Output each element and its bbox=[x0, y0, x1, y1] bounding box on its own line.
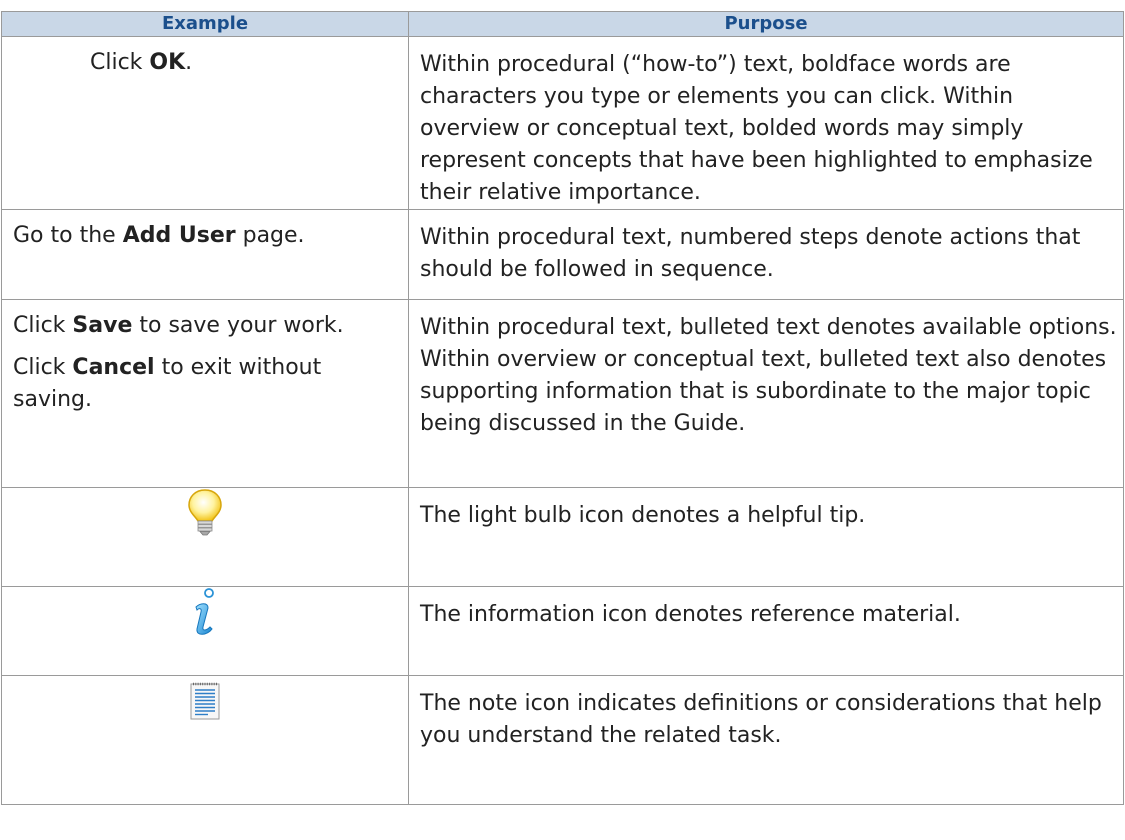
icon-cell bbox=[1, 675, 409, 805]
table-header-row: Example Purpose bbox=[1, 11, 1124, 37]
note-icon bbox=[190, 682, 220, 730]
table-row: The note icon indicates definitions or c… bbox=[1, 675, 1124, 805]
example-text: Click OK. bbox=[90, 50, 193, 75]
icon-cell bbox=[1, 586, 409, 676]
example-cell: Click Save to save your work. Click Canc… bbox=[1, 299, 409, 488]
info-icon bbox=[190, 587, 220, 649]
column-header-example: Example bbox=[1, 11, 409, 37]
example-cell: Click OK. bbox=[1, 36, 409, 210]
table-row: Click Save to save your work. Click Canc… bbox=[1, 299, 1124, 488]
purpose-cell: The information icon denotes reference m… bbox=[408, 586, 1124, 676]
column-header-purpose: Purpose bbox=[408, 11, 1124, 37]
example-cell: Go to the Add User page. bbox=[1, 209, 409, 300]
table-row: The light bulb icon denotes a helpful ti… bbox=[1, 487, 1124, 587]
purpose-cell: Within procedural (“how-to”) text, boldf… bbox=[408, 36, 1124, 210]
table-row: Click OK. Within procedural (“how-to”) t… bbox=[1, 36, 1124, 210]
icon-cell bbox=[1, 487, 409, 587]
conventions-table: Example Purpose Click OK. Within procedu… bbox=[1, 11, 1124, 805]
purpose-cell: Within procedural text, numbered steps d… bbox=[408, 209, 1124, 300]
purpose-cell: The note icon indicates definitions or c… bbox=[408, 675, 1124, 805]
lightbulb-icon bbox=[187, 488, 223, 548]
example-text: Click Cancel to exit without saving. bbox=[13, 355, 322, 412]
example-text: Go to the Add User page. bbox=[13, 223, 305, 248]
table-row: Go to the Add User page. Within procedur… bbox=[1, 209, 1124, 300]
table-row: The information icon denotes reference m… bbox=[1, 586, 1124, 676]
purpose-cell: The light bulb icon denotes a helpful ti… bbox=[408, 487, 1124, 587]
example-text: Click Save to save your work. bbox=[13, 313, 344, 338]
purpose-cell: Within procedural text, bulleted text de… bbox=[408, 299, 1124, 488]
